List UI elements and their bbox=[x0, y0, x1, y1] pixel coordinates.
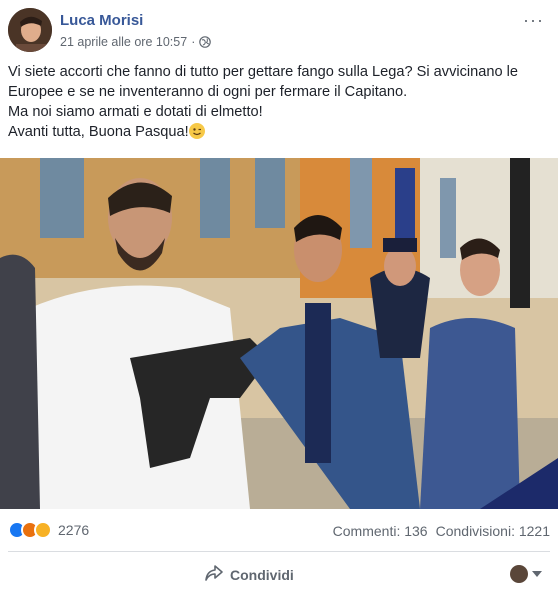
viewer-avatar bbox=[510, 565, 528, 583]
meta-separator: · bbox=[191, 35, 196, 49]
share-label: Condividi bbox=[230, 566, 294, 583]
share-icon bbox=[204, 564, 224, 585]
post-text-line: Avanti tutta, Buona Pasqua! bbox=[8, 122, 550, 142]
author-name[interactable]: Luca Morisi bbox=[60, 12, 143, 29]
post-text-line: Vi siete accorti che fanno di tutto per … bbox=[8, 64, 519, 100]
post-actions: Condividi bbox=[0, 552, 558, 597]
post-text: Vi siete accorti che fanno di tutto per … bbox=[8, 62, 550, 142]
author-avatar[interactable] bbox=[8, 8, 52, 52]
post-meta: 21 aprile alle ore 10:57 · bbox=[60, 35, 212, 49]
share-button[interactable]: Condividi bbox=[204, 564, 294, 585]
post-header: Luca Morisi 21 aprile alle ore 10:57 · ·… bbox=[8, 8, 550, 56]
chevron-down-icon bbox=[532, 571, 542, 577]
post-stats: 2276 Commenti: 136 Condivisioni: 1221 bbox=[0, 509, 558, 551]
winking-face-icon bbox=[188, 123, 205, 139]
reactions-summary[interactable]: 2276 bbox=[8, 521, 89, 539]
engagement-counts: Commenti: 136 Condivisioni: 1221 bbox=[333, 523, 550, 539]
shares-count[interactable]: Condivisioni: 1221 bbox=[436, 523, 550, 539]
reaction-count: 2276 bbox=[58, 522, 90, 538]
post-as-selector[interactable] bbox=[510, 565, 542, 583]
post-photo[interactable] bbox=[0, 158, 558, 509]
more-options-button[interactable]: ··· bbox=[523, 10, 544, 31]
post-timestamp[interactable]: 21 aprile alle ore 10:57 bbox=[60, 35, 187, 49]
comments-count[interactable]: Commenti: 136 bbox=[333, 523, 428, 539]
haha-icon bbox=[34, 521, 52, 539]
post-text-line: Ma noi siamo armati e dotati di elmetto! bbox=[8, 104, 263, 120]
globe-icon[interactable] bbox=[199, 36, 212, 48]
